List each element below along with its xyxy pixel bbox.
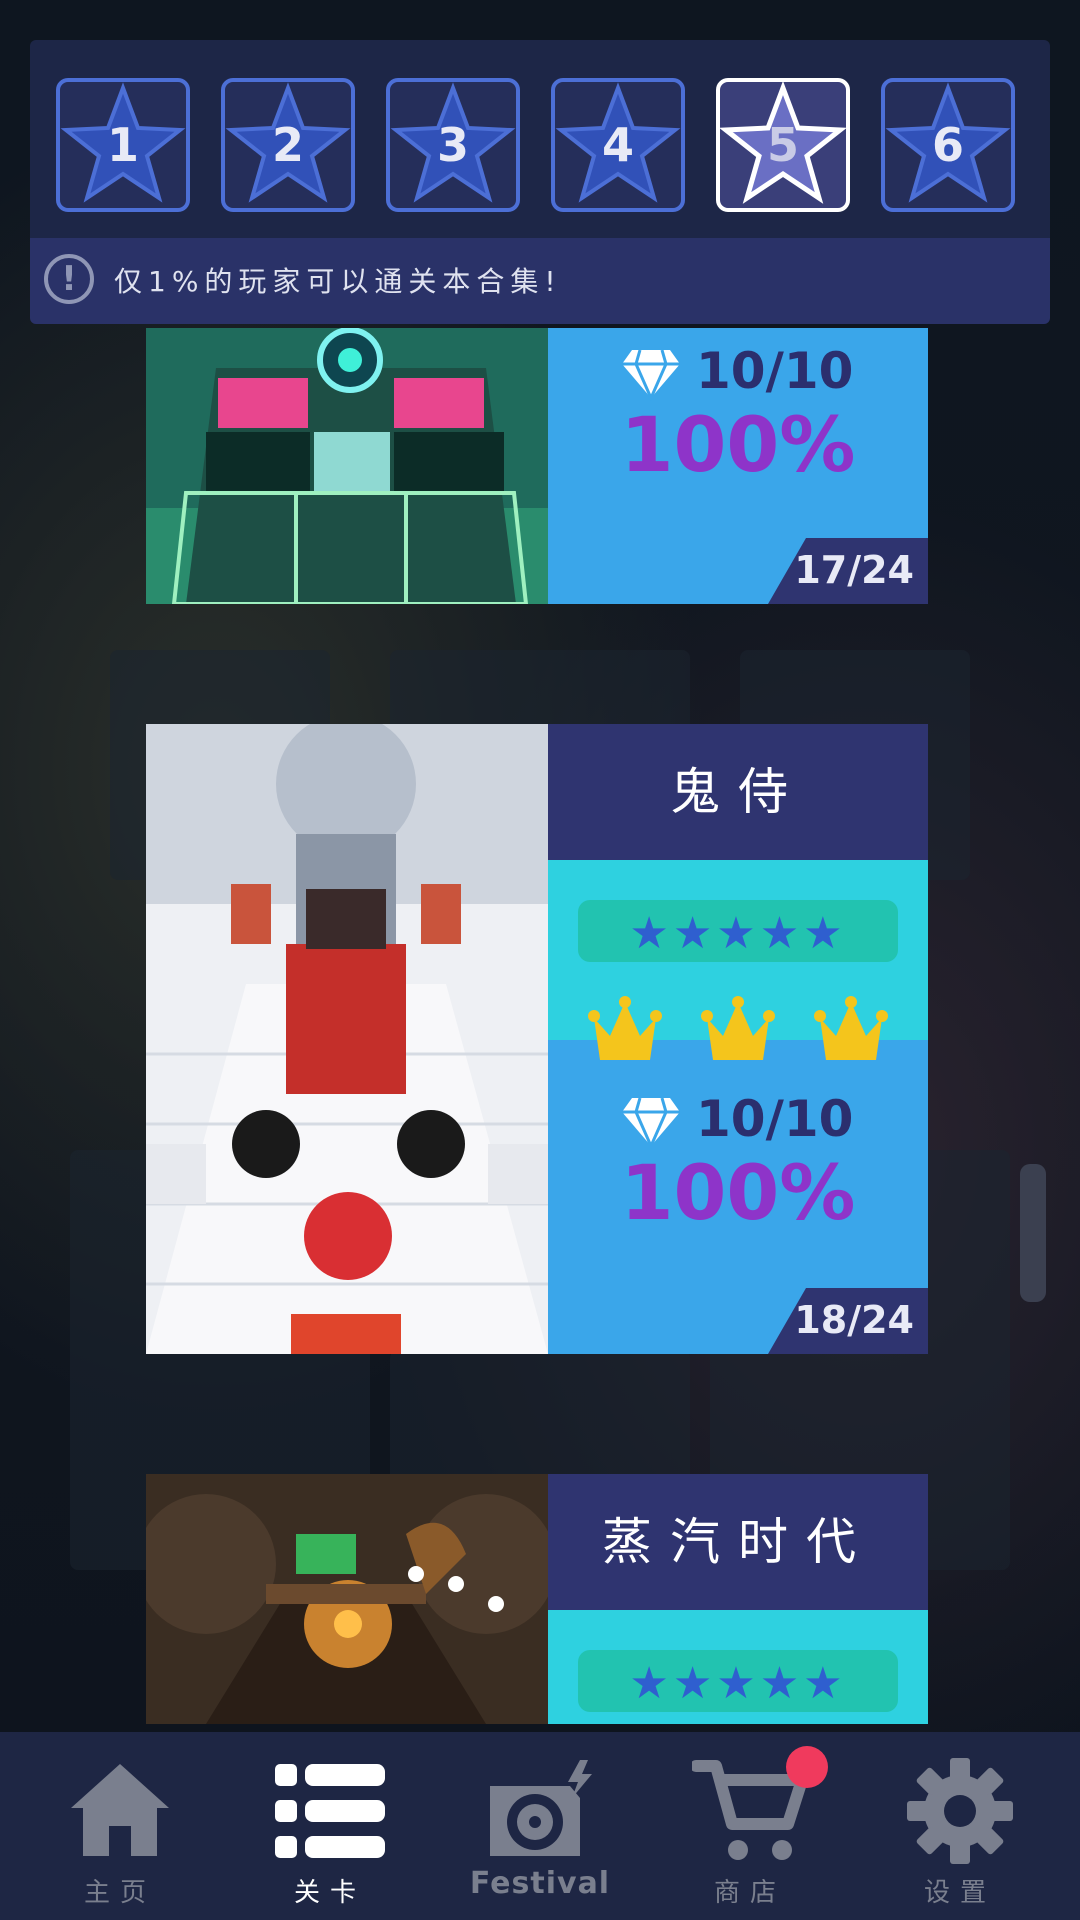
star-rating-stars: ★★★★★ (629, 908, 847, 959)
gem-count: 10/10 (608, 338, 908, 408)
collection-tab-4[interactable]: 4 (551, 78, 685, 212)
nav-shop-label: 商店 (713, 1878, 786, 1908)
rating-area: ★★★★★ (548, 1610, 928, 1724)
collection-tab-3[interactable]: 3 (386, 78, 520, 212)
level-index-tab: 18/24 (768, 1288, 928, 1354)
level-stats: 蒸汽时代 ★★★★★ (548, 1474, 928, 1724)
level-title: 鬼侍 (548, 724, 928, 860)
level-index-tab: 17/24 (768, 538, 928, 604)
nav-festival-label: Festival (469, 1866, 611, 1901)
level-thumbnail (146, 724, 548, 1354)
collection-notice: ! 仅1%的玩家可以通关本合集! (30, 238, 1050, 324)
collection-tab-1[interactable]: 1 (56, 78, 190, 212)
collection-tab-number: 2 (271, 118, 304, 172)
nav-home[interactable]: 主页 (12, 1732, 228, 1920)
star-rating: ★★★★★ (578, 1650, 898, 1712)
crown-icon (701, 996, 775, 1060)
nav-home-label: 主页 (83, 1878, 156, 1908)
diamond-icon (622, 349, 680, 402)
collection-tab-6[interactable]: 6 (881, 78, 1015, 212)
collection-tabs: 1 2 3 4 5 6 (30, 40, 1050, 238)
diamond-icon (622, 1097, 680, 1150)
collection-tab-number: 6 (931, 118, 964, 172)
crown-row (588, 994, 888, 1068)
collection-tab-number: 3 (436, 118, 469, 172)
bottom-nav: 主页 关卡 Festival 商店 设置 (0, 1732, 1080, 1920)
list-icon (275, 1764, 385, 1858)
level-index: 18/24 (794, 1298, 914, 1342)
collection-tab-5[interactable]: 5 (716, 78, 850, 212)
gem-count-text: 10/10 (696, 342, 854, 400)
nav-settings-label: 设置 (923, 1878, 996, 1908)
level-card-19[interactable]: 蒸汽时代 ★★★★★ (146, 1474, 928, 1724)
crown-icon (814, 996, 888, 1060)
exclamation-circle-icon: ! (44, 254, 94, 304)
level-card-18[interactable]: 鬼侍 ★★★★★ 10/10 100% 18/24 (146, 724, 928, 1354)
collection-tab-number: 5 (766, 118, 799, 172)
nav-levels-label: 关卡 (293, 1878, 366, 1908)
level-title: 蒸汽时代 (548, 1474, 928, 1610)
level-index: 17/24 (794, 548, 914, 592)
level-stats: 鬼侍 ★★★★★ 10/10 100% 18/24 (548, 724, 928, 1354)
gem-count: 10/10 (608, 1086, 908, 1156)
star-rating: ★★★★★ (578, 900, 898, 962)
level-thumbnail (146, 328, 548, 604)
notice-text: 仅1%的玩家可以通关本合集! (114, 265, 562, 298)
collection-tab-2[interactable]: 2 (221, 78, 355, 212)
star-rating-stars: ★★★★★ (629, 1658, 847, 1709)
scrollbar-thumb[interactable] (1020, 1164, 1046, 1302)
collection-tab-number: 4 (601, 118, 634, 172)
nav-levels[interactable]: 关卡 (222, 1732, 438, 1920)
crown-icon (588, 996, 662, 1060)
gear-icon (907, 1758, 1013, 1864)
gem-count-text: 10/10 (696, 1090, 854, 1148)
level-card-17[interactable]: 10/10 100% 17/24 (146, 328, 928, 604)
level-stats: 10/10 100% 17/24 (548, 328, 928, 604)
completion-percent: 100% (620, 1148, 856, 1237)
festival-disc-icon (490, 1760, 592, 1856)
level-thumbnail (146, 1474, 548, 1724)
collection-tab-number: 1 (106, 118, 139, 172)
shop-notification-badge (786, 1746, 828, 1788)
completion-percent: 100% (620, 400, 856, 489)
nav-festival[interactable]: Festival (432, 1732, 648, 1920)
home-icon (71, 1764, 169, 1856)
nav-settings[interactable]: 设置 (852, 1732, 1068, 1920)
